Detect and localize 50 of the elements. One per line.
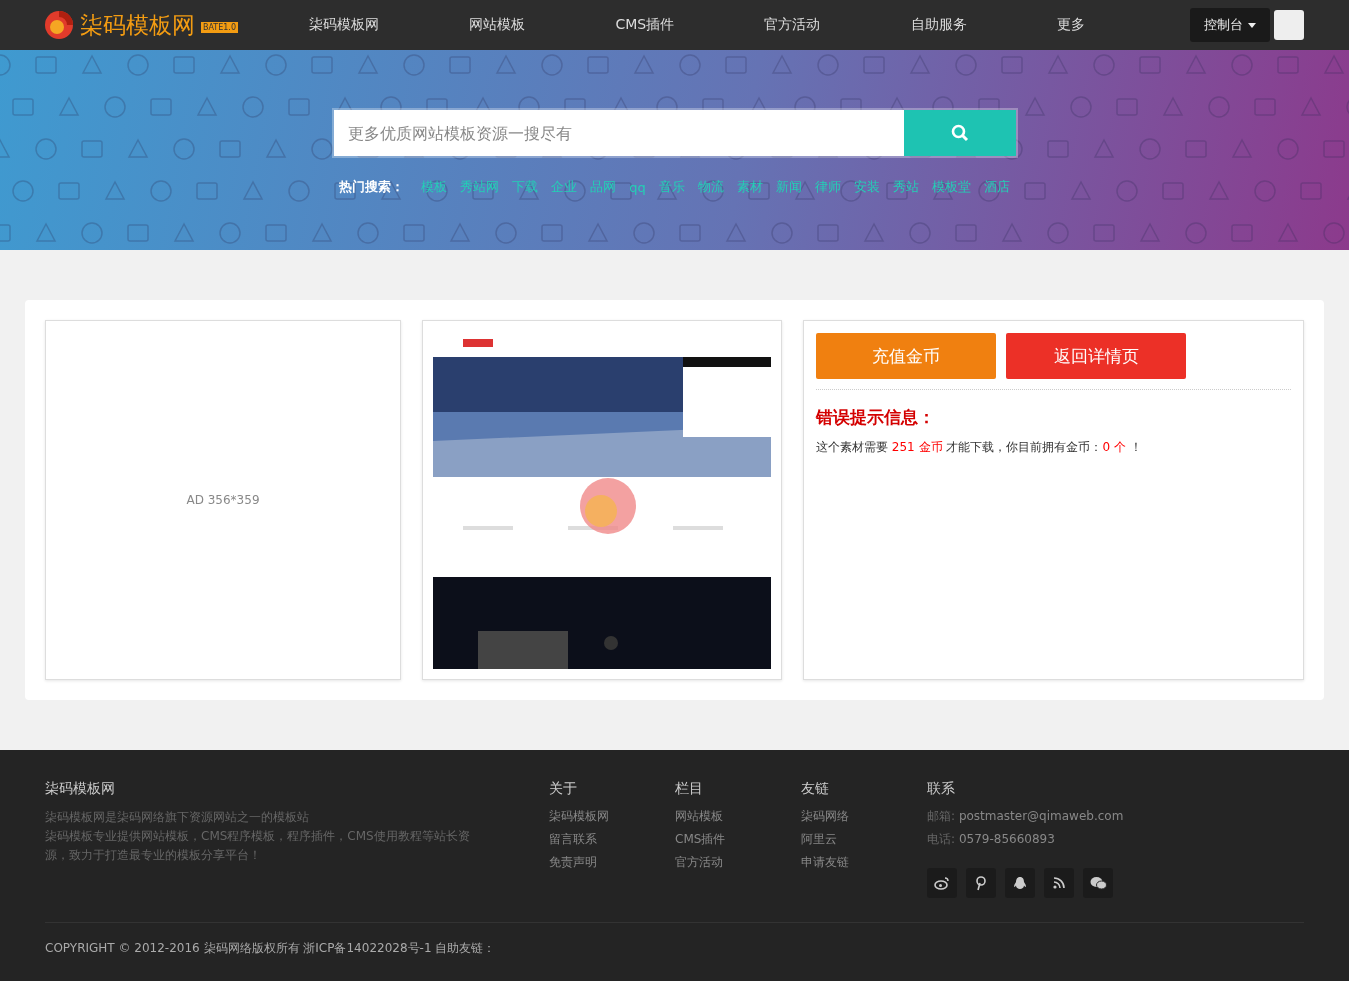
footer-link[interactable]: 网站模板: [675, 808, 801, 825]
hot-search-link[interactable]: 模板堂: [931, 178, 971, 196]
hot-search-link[interactable]: 素材: [736, 178, 763, 196]
site-logo-text[interactable]: 柒码模板网: [80, 9, 195, 41]
recharge-button[interactable]: 充值金币: [816, 333, 996, 379]
caret-icon: [1248, 22, 1256, 28]
footer-link[interactable]: 留言联系: [549, 831, 675, 848]
hot-search-link[interactable]: 物流: [697, 178, 724, 196]
error-title: 错误提示信息：: [816, 406, 936, 429]
pin-icon[interactable]: [975, 875, 987, 891]
hot-search-label: 热门搜索：: [339, 178, 405, 196]
footer-link[interactable]: 免责声明: [549, 854, 675, 871]
footer-link[interactable]: 官方活动: [675, 854, 801, 871]
hot-search-link[interactable]: 秀站: [892, 178, 919, 196]
nav-link[interactable]: 自助服务: [910, 16, 967, 34]
footer-column-title: 友链: [801, 780, 830, 798]
weibo-icon[interactable]: [934, 876, 950, 890]
back-button[interactable]: 返回详情页: [1006, 333, 1186, 379]
penguin-icon[interactable]: [1013, 875, 1027, 891]
nav-link[interactable]: 柒码模板网: [309, 16, 380, 34]
footer-link[interactable]: CMS插件: [675, 831, 801, 848]
footer-column-title: 关于: [549, 780, 578, 798]
logo-icon[interactable]: [44, 10, 74, 40]
hot-search-link[interactable]: 律师: [814, 178, 841, 196]
footer-column-title: 联系: [927, 780, 956, 798]
nav-link[interactable]: CMS插件: [615, 16, 675, 34]
search-icon: [950, 124, 969, 142]
footer-link[interactable]: 柒码模板网: [549, 808, 675, 825]
footer-link[interactable]: 阿里云: [801, 831, 927, 848]
nav-link[interactable]: 网站模板: [469, 16, 526, 34]
copyright-text: COPYRIGHT © 2012-2016 柒码网络版权所有 浙ICP备14022028号-1 自助友链：: [45, 922, 1304, 957]
error-message: 这个素材需要 251 金币 才能下载，你目前拥有金币：0 个 ！: [816, 439, 1143, 456]
footer-column-title: 栏目: [675, 780, 704, 798]
footer-brand: 柒码模板网: [45, 780, 116, 798]
hot-search-link[interactable]: 安装: [853, 178, 880, 196]
footer-link[interactable]: 申请友链: [801, 854, 927, 871]
hot-search-link[interactable]: 酒店: [983, 178, 1010, 196]
contact-line: 电话: 0579-85660893: [927, 831, 1056, 848]
search-field[interactable]: 更多优质网站模板资源一搜尽有: [333, 110, 904, 156]
wechat-icon[interactable]: [1089, 876, 1107, 890]
nav-link[interactable]: 官方活动: [764, 16, 821, 34]
footer-link[interactable]: 柒码网络: [801, 808, 927, 825]
contact-line: 邮箱: postmaster@qimaweb.com: [927, 808, 1125, 825]
hot-search-link[interactable]: 音乐: [658, 178, 685, 196]
ad-placeholder-text: AD 356*359: [186, 493, 260, 507]
hot-search-link[interactable]: 新闻: [775, 178, 802, 196]
version-badge: BATE1.0: [201, 21, 238, 33]
nav-link[interactable]: 更多: [1056, 16, 1085, 34]
console-button[interactable]: 控制台: [1190, 8, 1270, 42]
rss-icon[interactable]: [1053, 877, 1065, 889]
